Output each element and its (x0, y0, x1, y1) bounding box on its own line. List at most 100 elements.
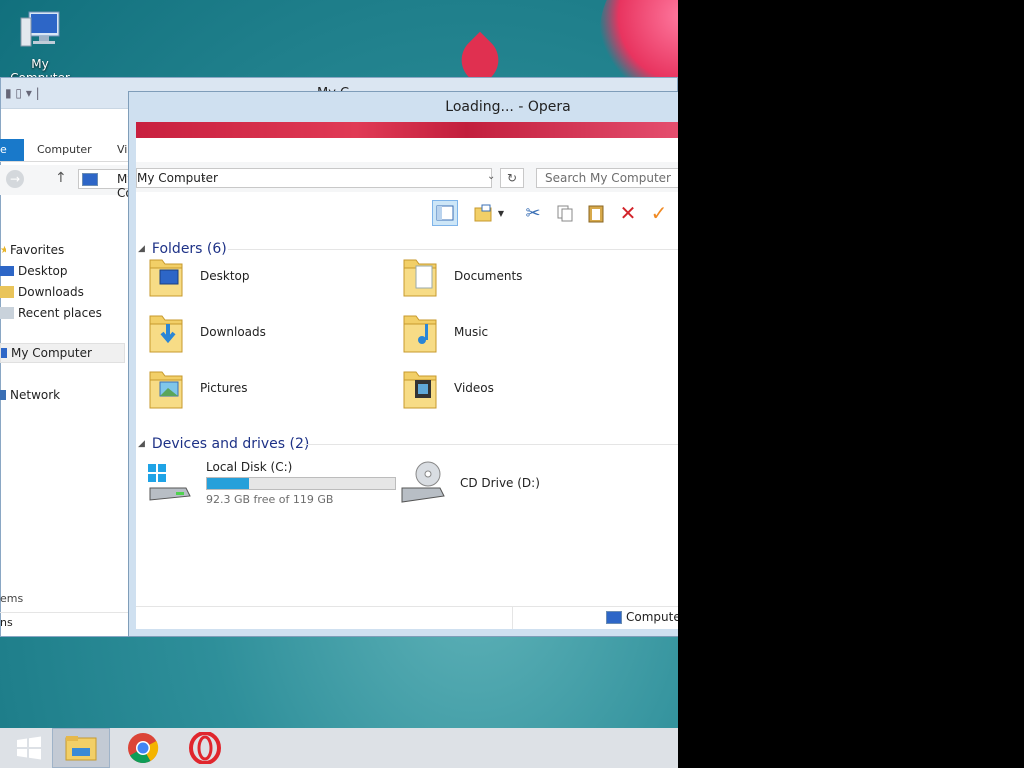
nav-item-label: Desktop (18, 264, 68, 278)
nav-favorites[interactable]: ★ Favorites (0, 240, 64, 260)
up-arrow-icon[interactable]: ↑ (55, 170, 67, 186)
nav-item-recent-places[interactable]: Recent places (0, 303, 102, 323)
folder-desktop[interactable]: Desktop (148, 254, 250, 298)
start-button[interactable] (0, 728, 58, 768)
taskbar-file-explorer[interactable] (52, 728, 110, 768)
fg-window-content: My Computer › ⌄ ↻ Search My Computer ▼ ✂… (136, 122, 678, 629)
fg-window-title: Loading... - Opera (445, 99, 571, 115)
folder-videos[interactable]: Videos (402, 366, 494, 410)
delete-button[interactable]: ✕ (615, 200, 641, 226)
status-location: Computer (626, 610, 678, 624)
new-folder-icon (474, 204, 492, 222)
nav-item-downloads[interactable]: Downloads (0, 282, 84, 302)
drive-c-free-space: 92.3 GB free of 119 GB (206, 493, 334, 506)
bg-tab-computer[interactable]: Computer (37, 143, 92, 156)
hard-drive-windows-icon (148, 464, 191, 501)
fg-address-bar[interactable]: My Computer › ⌄ (136, 168, 495, 188)
new-folder-dropdown[interactable]: ▼ (494, 200, 508, 226)
fg-status-bar: Computer (136, 606, 678, 629)
folder-label: Pictures (200, 381, 248, 395)
taskbar (0, 728, 678, 768)
recent-places-icon (0, 307, 14, 319)
folder-label: Downloads (200, 325, 266, 339)
nav-item-desktop[interactable]: Desktop (0, 261, 68, 281)
computer-icon (82, 173, 98, 186)
foreground-explorer-window[interactable]: Loading... - Opera My Computer › ⌄ ↻ Sea… (128, 91, 678, 637)
folder-downloads[interactable]: Downloads (148, 310, 266, 354)
pictures-folder-icon (149, 371, 183, 409)
properties-button[interactable]: ✓ (646, 200, 672, 226)
desktop-folder-icon (149, 259, 183, 297)
star-icon: ★ (0, 244, 6, 256)
desktop: My Computer ▮ ▯ ▾ | My C e Computer View… (0, 0, 678, 768)
copy-icon (557, 205, 573, 222)
devices-group-label: Devices and drives (2) (151, 436, 310, 452)
collapse-triangle-icon: ◢ (138, 244, 145, 254)
nav-item-label: Recent places (18, 306, 102, 320)
computer-icon (1, 348, 7, 358)
cd-drive-icon (401, 461, 445, 503)
folder-label: Music (454, 325, 489, 339)
drive-cd-d[interactable]: CD Drive (D:) (400, 460, 540, 506)
folder-label: Videos (454, 381, 494, 395)
folder-label: Desktop (200, 269, 250, 283)
music-folder-icon (403, 315, 437, 353)
scissors-icon: ✂ (525, 202, 541, 224)
chrome-icon (128, 733, 159, 764)
drive-c-name: Local Disk (C:) (206, 460, 293, 474)
breadcrumb-chevron-icon[interactable]: › (201, 171, 206, 185)
forward-icon[interactable]: → (6, 170, 24, 188)
drive-c-usage-fill (207, 478, 250, 489)
folders-group-divider (228, 249, 678, 250)
network-icon (0, 390, 6, 400)
taskbar-chrome[interactable] (114, 728, 172, 768)
computer-icon (606, 611, 622, 624)
delete-x-icon: ✕ (619, 201, 637, 225)
windows-start-icon (17, 736, 41, 760)
address-dropdown-icon[interactable]: ⌄ (487, 171, 495, 182)
nav-item-my-computer[interactable]: My Computer (0, 343, 125, 363)
quick-access-icons[interactable]: ▮ ▯ ▾ | (5, 86, 40, 100)
bg-navigation-pane: ★ Favorites Desktop Downloads Recent pla… (0, 240, 128, 640)
fg-command-bar: ▼ ✂ ✕ ✓ (136, 192, 678, 230)
folder-music[interactable]: Music (402, 310, 488, 354)
search-input[interactable]: Search My Computer (536, 168, 678, 188)
taskbar-opera[interactable] (176, 728, 234, 768)
downloads-folder-icon (149, 315, 183, 353)
preview-pane-button[interactable] (432, 200, 458, 226)
drive-d-name: CD Drive (D:) (460, 476, 540, 490)
bg-tab-file[interactable]: e (0, 139, 24, 161)
nav-item-label: Downloads (18, 285, 84, 299)
downloads-icon (0, 286, 14, 298)
videos-folder-icon (403, 371, 437, 409)
drive-c-usage-bar (206, 477, 396, 490)
drive-local-disk-c[interactable]: Local Disk (C:) 92.3 GB free of 119 GB (146, 460, 396, 506)
collapse-triangle-icon: ◢ (138, 439, 145, 449)
opera-loading-banner (136, 122, 678, 138)
refresh-button[interactable]: ↻ (500, 168, 524, 188)
folder-documents[interactable]: Documents (402, 254, 522, 298)
folder-label: Documents (454, 269, 523, 283)
bg-items-count: ems (0, 592, 24, 605)
devices-group-header[interactable]: ◢ Devices and drives (2) (138, 434, 309, 454)
checkmark-icon: ✓ (650, 201, 668, 225)
documents-folder-icon (403, 259, 437, 297)
copy-button[interactable] (552, 200, 578, 226)
computer-icon (20, 11, 60, 47)
file-explorer-icon (65, 736, 97, 761)
desktop-icon (0, 266, 14, 276)
refresh-icon: ↻ (506, 171, 518, 185)
nav-item-label: Network (10, 388, 61, 402)
devices-group-divider (302, 444, 678, 445)
nav-item-label: My Computer (11, 346, 92, 360)
preview-pane-icon (436, 205, 454, 221)
opera-icon (189, 732, 221, 764)
cut-button[interactable]: ✂ (520, 200, 546, 226)
chevron-down-icon: ▼ (497, 208, 505, 218)
nav-item-network[interactable]: Network (0, 385, 60, 405)
paste-button[interactable] (583, 200, 609, 226)
clipboard-icon (588, 205, 604, 223)
nav-favorites-label: Favorites (10, 243, 65, 257)
desktop-icon-my-computer[interactable]: My Computer (0, 8, 80, 85)
folder-pictures[interactable]: Pictures (148, 366, 248, 410)
